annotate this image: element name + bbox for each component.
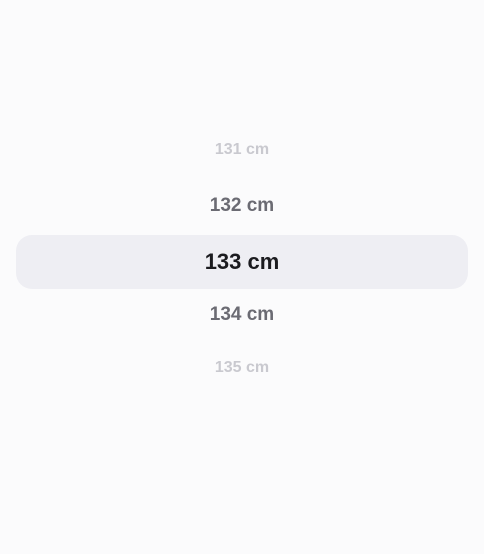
height-option-133-selected[interactable]: 133 cm xyxy=(0,249,484,275)
height-option-131[interactable]: 131 cm xyxy=(0,141,484,159)
height-option-135[interactable]: 135 cm xyxy=(0,359,484,377)
height-option-134[interactable]: 134 cm xyxy=(0,304,484,326)
height-picker-wheel[interactable]: 131 cm 132 cm 133 cm 134 cm 135 cm xyxy=(0,0,484,554)
height-option-132[interactable]: 132 cm xyxy=(0,195,484,217)
